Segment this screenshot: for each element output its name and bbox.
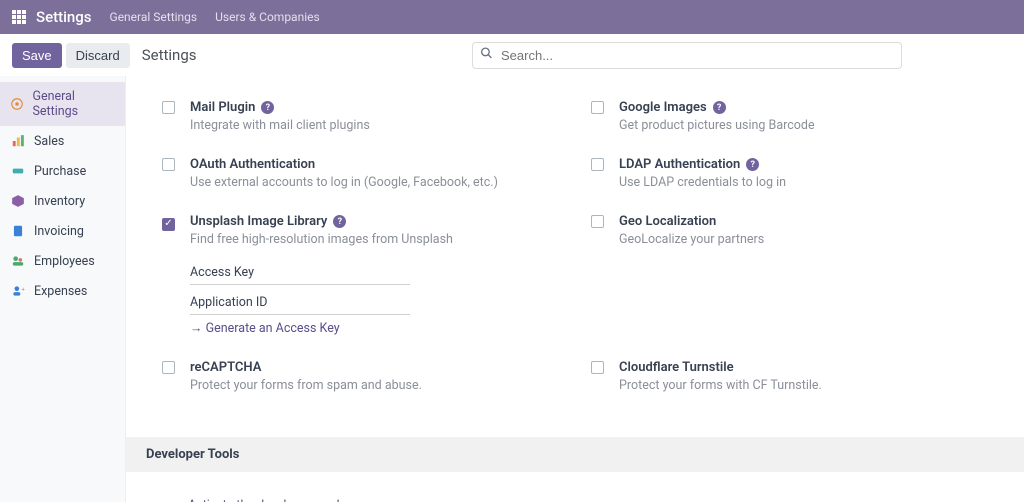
- unsplash-app-id-field[interactable]: Application ID: [190, 291, 410, 315]
- sidebar-item-label: Invoicing: [34, 224, 84, 239]
- search-icon: [480, 47, 493, 64]
- setting-title: reCAPTCHA: [190, 360, 261, 375]
- setting-title: LDAP Authentication: [619, 157, 740, 172]
- gear-icon: [10, 96, 24, 112]
- setting-desc: Protect your forms with CF Turnstile.: [619, 378, 988, 393]
- setting-unsplash: Unsplash Image Library? Find free high-r…: [146, 202, 575, 348]
- setting-title: Cloudflare Turnstile: [619, 360, 734, 375]
- sidebar-item-purchase[interactable]: Purchase: [0, 156, 125, 186]
- checkbox-unsplash[interactable]: [162, 218, 175, 231]
- apps-icon[interactable]: [12, 9, 28, 25]
- checkbox-turnstile[interactable]: [591, 361, 604, 374]
- setting-desc: Use LDAP credentials to log in: [619, 175, 988, 190]
- search-input[interactable]: [472, 42, 902, 69]
- top-nav: Settings General Settings Users & Compan…: [0, 0, 1024, 34]
- help-icon[interactable]: ?: [261, 101, 274, 114]
- sidebar-item-label: General Settings: [32, 89, 115, 119]
- checkbox-geo[interactable]: [591, 215, 604, 228]
- settings-sidebar: General Settings Sales Purchase Inventor…: [0, 76, 126, 502]
- setting-google-images: Google Images? Get product pictures usin…: [575, 88, 1004, 145]
- people-icon: [10, 253, 26, 269]
- section-title: Developer Tools: [146, 447, 1004, 462]
- checkbox-mail-plugin[interactable]: [162, 101, 175, 114]
- help-icon[interactable]: ?: [746, 158, 759, 171]
- top-nav-brand: Settings: [36, 8, 92, 26]
- setting-recaptcha: reCAPTCHA Protect your forms from spam a…: [146, 348, 575, 405]
- setting-turnstile: Cloudflare Turnstile Protect your forms …: [575, 348, 1004, 405]
- unsplash-access-key-field[interactable]: Access Key: [190, 261, 410, 285]
- settings-main: Mail Plugin? Integrate with mail client …: [126, 76, 1024, 502]
- page-title: Settings: [142, 46, 197, 64]
- setting-desc: Get product pictures using Barcode: [619, 118, 988, 133]
- generate-access-key-link[interactable]: → Generate an Access Key: [190, 321, 410, 336]
- sidebar-item-inventory[interactable]: Inventory: [0, 186, 125, 216]
- sidebar-item-expenses[interactable]: + Expenses: [0, 276, 125, 306]
- developer-tools-links: Activate the developer mode Activate the…: [126, 472, 1024, 502]
- sidebar-item-label: Sales: [34, 134, 64, 149]
- setting-title: Geo Localization: [619, 214, 716, 229]
- tag-icon: [10, 163, 26, 179]
- sidebar-item-label: Inventory: [34, 194, 85, 209]
- setting-title: Unsplash Image Library: [190, 214, 327, 229]
- dev-mode-link[interactable]: Activate the developer mode: [188, 496, 1004, 502]
- setting-ldap: LDAP Authentication? Use LDAP credential…: [575, 145, 1004, 202]
- developer-tools-header: Developer Tools: [126, 437, 1024, 472]
- person-plus-icon: +: [10, 283, 26, 299]
- help-icon[interactable]: ?: [333, 215, 346, 228]
- checkbox-oauth[interactable]: [162, 158, 175, 171]
- sidebar-item-general-settings[interactable]: General Settings: [0, 82, 125, 126]
- help-icon[interactable]: ?: [713, 101, 726, 114]
- checkbox-google-images[interactable]: [591, 101, 604, 114]
- setting-geo: Geo Localization GeoLocalize your partne…: [575, 202, 1004, 348]
- control-bar: Save Discard Settings: [0, 34, 1024, 76]
- setting-desc: Find free high-resolution images from Un…: [190, 232, 559, 247]
- sidebar-item-employees[interactable]: Employees: [0, 246, 125, 276]
- sidebar-item-label: Expenses: [34, 284, 87, 299]
- setting-title: Mail Plugin: [190, 100, 255, 115]
- discard-button[interactable]: Discard: [66, 43, 130, 68]
- doc-icon: [10, 223, 26, 239]
- setting-mail-plugin: Mail Plugin? Integrate with mail client …: [146, 88, 575, 145]
- setting-desc: Use external accounts to log in (Google,…: [190, 175, 559, 190]
- sidebar-item-sales[interactable]: Sales: [0, 126, 125, 156]
- nav-users-companies[interactable]: Users & Companies: [215, 10, 320, 24]
- svg-text:+: +: [22, 287, 26, 293]
- setting-desc: Integrate with mail client plugins: [190, 118, 559, 133]
- checkbox-ldap[interactable]: [591, 158, 604, 171]
- setting-title: Google Images: [619, 100, 707, 115]
- sidebar-item-invoicing[interactable]: Invoicing: [0, 216, 125, 246]
- setting-desc: GeoLocalize your partners: [619, 232, 988, 247]
- setting-oauth: OAuth Authentication Use external accoun…: [146, 145, 575, 202]
- nav-general-settings[interactable]: General Settings: [110, 10, 198, 24]
- sidebar-item-label: Employees: [34, 254, 95, 269]
- bars-icon: [10, 133, 26, 149]
- checkbox-recaptcha[interactable]: [162, 361, 175, 374]
- setting-desc: Protect your forms from spam and abuse.: [190, 378, 559, 393]
- box-icon: [10, 193, 26, 209]
- search-wrap: [472, 42, 902, 69]
- save-button[interactable]: Save: [12, 43, 62, 68]
- setting-title: OAuth Authentication: [190, 157, 315, 172]
- sidebar-item-label: Purchase: [34, 164, 86, 179]
